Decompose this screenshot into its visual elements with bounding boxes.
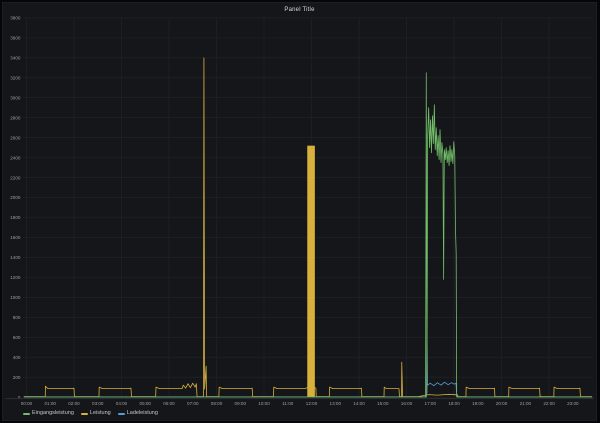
legend-label: Leistung — [90, 411, 111, 417]
y-tick-label: 800 — [13, 315, 21, 320]
x-tick-label: 02:00 — [68, 401, 80, 406]
x-tick-label: 17:00 — [425, 401, 437, 406]
y-tick-label: 400 — [13, 355, 21, 360]
x-tick-label: 19:00 — [472, 401, 484, 406]
y-tick-label: 1200 — [10, 275, 21, 280]
x-tick-label: 10:00 — [258, 401, 270, 406]
x-tick-label: 07:00 — [187, 401, 199, 406]
x-tick-label: 05:00 — [140, 401, 152, 406]
x-tick-label: 22:00 — [543, 401, 555, 406]
legend-swatch-green-icon — [23, 413, 30, 415]
y-tick-label: 3600 — [10, 36, 21, 41]
x-tick-label: 16:00 — [401, 401, 413, 406]
y-tick-label: 2200 — [10, 175, 21, 180]
y-tick-label: 3000 — [10, 95, 21, 100]
x-tick-label: 11:00 — [282, 401, 294, 406]
x-tick-label: 18:00 — [448, 401, 460, 406]
chart-plot-area[interactable] — [23, 18, 593, 397]
y-tick-label: 2800 — [10, 115, 21, 120]
x-tick-label: 23:00 — [567, 401, 579, 406]
y-tick-label: 3200 — [10, 75, 21, 80]
y-tick-label: 3400 — [10, 56, 21, 61]
y-tick-label: 2400 — [10, 155, 21, 160]
x-tick-label: 00:00 — [21, 401, 33, 406]
x-tick-label: 01:00 — [45, 401, 57, 406]
x-tick-label: 03:00 — [92, 401, 104, 406]
x-tick-label: 15:00 — [377, 401, 389, 406]
y-tick-label: 1000 — [10, 295, 21, 300]
y-tick-label: 600 — [13, 335, 21, 340]
x-tick-label: 04:00 — [116, 401, 128, 406]
chart-legend: Eingangsleistung Leistung Ladeleistung — [23, 409, 158, 418]
y-tick-label: 1600 — [10, 235, 21, 240]
x-tick-label: 12:00 — [306, 401, 318, 406]
y-tick-label: 1800 — [10, 215, 21, 220]
grafana-panel: Panel Title 0200400600800100012001400160… — [2, 2, 597, 421]
x-tick-label: 08:00 — [211, 401, 223, 406]
y-tick-label: 2600 — [10, 135, 21, 140]
chart-canvas: 0200400600800100012001400160018002000220… — [3, 3, 596, 420]
legend-item-ladeleistung[interactable]: Ladeleistung — [118, 411, 158, 417]
x-tick-label: 20:00 — [496, 401, 508, 406]
x-tick-label: 09:00 — [235, 401, 247, 406]
y-tick-label: 200 — [13, 375, 21, 380]
x-tick-label: 13:00 — [330, 401, 342, 406]
y-tick-label: 3800 — [10, 16, 21, 21]
legend-swatch-yellow-icon — [81, 413, 88, 415]
legend-swatch-blue-icon — [118, 413, 125, 415]
x-tick-label: 21:00 — [520, 401, 532, 406]
y-tick-label: 2000 — [10, 195, 21, 200]
legend-label: Ladeleistung — [127, 411, 158, 417]
x-tick-label: 14:00 — [353, 401, 365, 406]
x-tick-label: 06:00 — [163, 401, 175, 406]
screenshot-frame: Panel Title 0200400600800100012001400160… — [0, 0, 600, 423]
legend-item-eingangsleistung[interactable]: Eingangsleistung — [23, 411, 74, 417]
legend-item-leistung[interactable]: Leistung — [81, 411, 111, 417]
y-tick-label: 1400 — [10, 255, 21, 260]
legend-label: Eingangsleistung — [32, 411, 74, 417]
